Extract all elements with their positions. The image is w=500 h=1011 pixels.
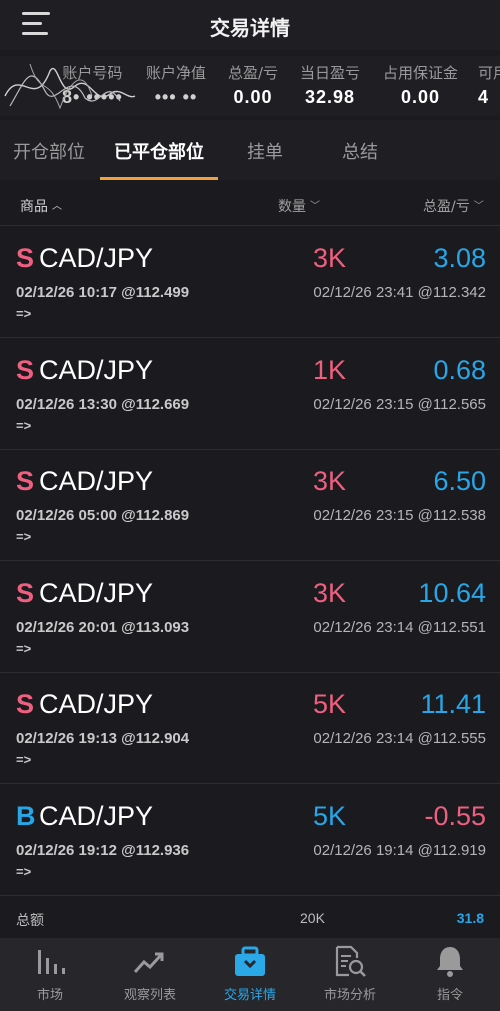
- pnl: 6.50: [433, 466, 486, 496]
- redaction-scribble: [4, 63, 136, 110]
- nav-market[interactable]: 市场: [0, 938, 100, 1011]
- briefcase-icon: [235, 946, 265, 976]
- position-row[interactable]: S CAD/JPY 3K 10.64 02/12/26 20:01 @113.0…: [0, 562, 500, 673]
- quantity: 3K: [312, 466, 346, 496]
- open-time-price: 02/12/26 05:00 @112.869: [16, 507, 190, 524]
- totals-quantity: 20K: [300, 910, 325, 926]
- symbol: CAD/JPY: [39, 578, 154, 608]
- sort-by-quantity[interactable]: 数量 ﹀: [278, 196, 320, 216]
- summary-available: 可用 4: [478, 64, 500, 107]
- quantity: 3K: [312, 578, 346, 608]
- chevron-down-icon: ﹀: [310, 201, 320, 212]
- position-row[interactable]: S CAD/JPY 1K 0.68 02/12/26 13:30 @112.66…: [0, 339, 500, 450]
- tab-closed-positions[interactable]: 已平仓部位: [114, 138, 204, 164]
- chevron-down-icon: ﹀: [473, 201, 484, 212]
- tab-summary[interactable]: 总结: [342, 138, 378, 164]
- quantity: 5K: [312, 689, 346, 719]
- position-row[interactable]: B CAD/JPY 5K -0.55 02/12/26 19:12 @112.9…: [0, 785, 500, 896]
- side-indicator: S: [16, 243, 35, 273]
- nav-trade-details[interactable]: 交易详情: [200, 938, 300, 1011]
- symbol: CAD/JPY: [39, 243, 154, 273]
- position-tabs: 开仓部位 已平仓部位 挂单 总结: [0, 120, 500, 180]
- pnl: -0.55: [424, 801, 486, 831]
- nav-orders[interactable]: 指令: [400, 938, 500, 1011]
- tab-open-positions[interactable]: 开仓部位: [13, 138, 85, 164]
- position-row[interactable]: S CAD/JPY 3K 6.50 02/12/26 05:00 @112.86…: [0, 450, 500, 561]
- close-time-price: 02/12/26 23:15 @112.538: [313, 507, 486, 524]
- side-indicator: B: [16, 801, 36, 831]
- symbol: CAD/JPY: [39, 689, 154, 719]
- side-indicator: S: [16, 466, 35, 496]
- totals-pnl: 31.8: [456, 910, 484, 926]
- position-row[interactable]: S CAD/JPY 3K 3.08 02/12/26 10:17 @112.49…: [0, 227, 500, 338]
- pnl: 10.64: [418, 578, 486, 608]
- bell-icon: [437, 947, 463, 977]
- arrow-text: =>: [16, 529, 32, 544]
- open-time-price: 02/12/26 10:17 @112.499: [16, 284, 190, 301]
- pnl: 3.08: [433, 243, 486, 273]
- symbol: CAD/JPY: [39, 355, 154, 385]
- arrow-text: =>: [16, 864, 32, 879]
- pnl: 0.68: [433, 355, 486, 385]
- close-time-price: 02/12/26 19:14 @112.919: [313, 842, 486, 859]
- account-summary[interactable]: 账户号码 8• ••••• 账户净值 ••• •• 总盈/亏 0.00 当日盈亏…: [0, 56, 500, 116]
- summary-equity: 账户净值 ••• ••: [146, 64, 207, 107]
- arrow-text: =>: [16, 641, 32, 656]
- sort-by-pnl[interactable]: 总盈/亏 ﹀: [423, 196, 484, 216]
- side-indicator: S: [16, 689, 35, 719]
- bottom-navigation: 市场 观察列表 交易详情 市场分析 指令: [0, 938, 500, 1011]
- column-header: 商品 ︿ 数量 ﹀ 总盈/亏 ﹀: [0, 182, 500, 226]
- tab-pending-orders[interactable]: 挂单: [247, 138, 283, 164]
- open-time-price: 02/12/26 19:12 @112.936: [16, 842, 190, 859]
- side-indicator: S: [16, 578, 35, 608]
- trend-line-icon: [133, 952, 164, 974]
- page-title: 交易详情: [210, 16, 290, 40]
- close-time-price: 02/12/26 23:15 @112.565: [313, 396, 486, 413]
- summary-used-margin: 占用保证金 0.00: [383, 64, 459, 107]
- position-row[interactable]: S CAD/JPY 5K 11.41 02/12/26 19:13 @112.9…: [0, 673, 500, 784]
- pnl: 11.41: [420, 689, 486, 719]
- summary-total-pnl: 总盈/亏 0.00: [228, 64, 279, 107]
- arrow-text: =>: [16, 752, 32, 767]
- summary-value-redacted: ••• ••: [154, 87, 198, 107]
- open-time-price: 02/12/26 13:30 @112.669: [16, 396, 190, 413]
- nav-watchlist[interactable]: 观察列表: [100, 938, 200, 1011]
- arrow-text: =>: [16, 418, 32, 433]
- document-search-icon: [335, 945, 366, 977]
- arrow-text: =>: [16, 306, 32, 321]
- chevron-up-icon: ︿: [52, 201, 62, 212]
- nav-market-analysis[interactable]: 市场分析: [300, 938, 400, 1011]
- summary-daily-pnl: 当日盈亏 32.98: [300, 64, 361, 107]
- close-time-price: 02/12/26 23:41 @112.342: [313, 284, 486, 301]
- close-time-price: 02/12/26 23:14 @112.551: [313, 619, 486, 636]
- quantity: 5K: [312, 801, 346, 831]
- totals-row: 总额 20K 31.8: [0, 896, 500, 938]
- top-bar: 交易详情: [0, 0, 500, 50]
- symbol: CAD/JPY: [39, 801, 154, 831]
- symbol: CAD/JPY: [39, 466, 154, 496]
- active-tab-indicator: [100, 177, 218, 180]
- quantity: 3K: [312, 243, 346, 273]
- open-time-price: 02/12/26 19:13 @112.904: [16, 730, 190, 747]
- sort-by-product[interactable]: 商品 ︿: [20, 196, 62, 216]
- open-time-price: 02/12/26 20:01 @113.093: [16, 619, 190, 636]
- side-indicator: S: [16, 355, 35, 385]
- quantity: 1K: [312, 355, 346, 385]
- close-time-price: 02/12/26 23:14 @112.555: [313, 730, 486, 747]
- totals-label: 总额: [16, 913, 44, 929]
- market-bars-icon: [38, 950, 65, 974]
